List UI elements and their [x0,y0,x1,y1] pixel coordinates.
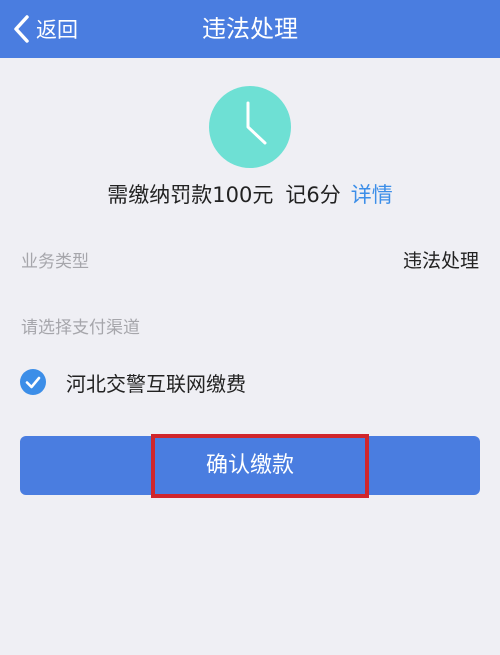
fine-amount: 需缴纳罚款100元 [107,183,274,207]
page-title: 违法处理 [202,15,298,43]
check-circle-icon [20,369,46,395]
fine-summary: 需缴纳罚款100元 记6分 详情 [0,180,500,210]
nav-bar: 返回 违法处理 [0,0,500,58]
business-type-label: 业务类型 [21,252,89,272]
confirm-payment-button[interactable]: 确认缴款 [20,436,480,495]
payment-channel-option[interactable]: 河北交警互联网缴费 [20,365,246,399]
payment-channel-label: 河北交警互联网缴费 [66,371,246,396]
payment-channel-prompt: 请选择支付渠道 [21,318,140,338]
penalty-points: 记6分 [285,183,341,207]
confirm-payment-label: 确认缴款 [205,453,294,478]
clock-icon [209,86,291,168]
details-link[interactable]: 详情 [351,183,393,207]
business-type-value: 违法处理 [402,250,479,272]
